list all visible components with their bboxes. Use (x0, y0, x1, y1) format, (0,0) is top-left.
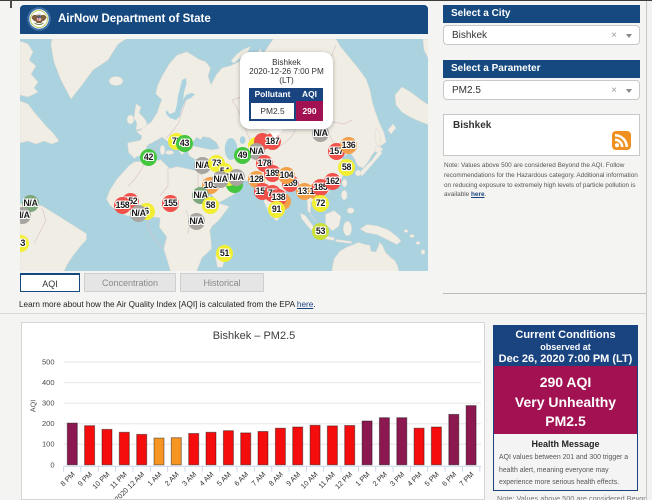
svg-text:200: 200 (42, 419, 55, 428)
svg-text:3 PM: 3 PM (388, 470, 406, 488)
svg-text:6 AM: 6 AM (232, 470, 250, 488)
svg-text:7 AM: 7 AM (249, 470, 267, 488)
svg-text:10 AM: 10 AM (299, 470, 320, 491)
svg-text:300: 300 (42, 399, 55, 408)
svg-text:7 PM: 7 PM (457, 470, 475, 488)
svg-text:1 PM: 1 PM (353, 470, 371, 488)
svg-text:11 AM: 11 AM (316, 470, 336, 490)
svg-text:400: 400 (42, 378, 55, 387)
svg-text:8 PM: 8 PM (58, 470, 76, 488)
svg-text:0: 0 (50, 460, 54, 469)
svg-text:100: 100 (42, 440, 55, 449)
svg-text:5 AM: 5 AM (215, 470, 233, 488)
svg-text:5 PM: 5 PM (423, 470, 441, 488)
svg-text:3 AM: 3 AM (180, 470, 198, 488)
svg-text:2 PM: 2 PM (371, 470, 389, 488)
svg-text:12 PM: 12 PM (333, 470, 354, 491)
svg-text:4 PM: 4 PM (405, 470, 423, 488)
svg-text:1 AM: 1 AM (145, 470, 163, 488)
svg-text:8 AM: 8 AM (267, 470, 285, 488)
svg-text:4 AM: 4 AM (197, 470, 215, 488)
svg-text:10 PM: 10 PM (90, 470, 111, 491)
svg-text:Bishkek – PM2.5: Bishkek – PM2.5 (213, 330, 296, 342)
svg-text:500: 500 (42, 358, 55, 367)
svg-text:AQI: AQI (29, 400, 38, 413)
svg-text:6 PM: 6 PM (440, 470, 458, 488)
svg-text:2 AM: 2 AM (163, 470, 181, 488)
